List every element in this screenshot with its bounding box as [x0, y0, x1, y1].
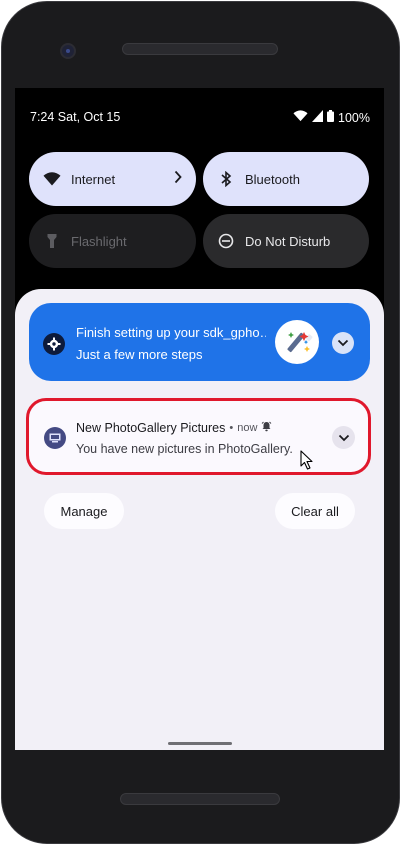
- magic-wand-icon: [275, 320, 319, 364]
- tile-do-not-disturb[interactable]: Do Not Disturb: [203, 214, 369, 268]
- clear-all-button[interactable]: Clear all: [275, 493, 355, 529]
- flashlight-icon: [43, 232, 61, 250]
- top-speaker: [122, 43, 278, 55]
- tile-label: Do Not Disturb: [245, 233, 331, 249]
- gear-icon: [43, 333, 65, 355]
- expand-button[interactable]: [332, 332, 354, 354]
- photogallery-notification[interactable]: New PhotoGallery Pictures • now You have…: [29, 401, 369, 474]
- photo-app-icon: [44, 427, 66, 449]
- battery-percent: 100%: [338, 110, 370, 125]
- tile-bluetooth[interactable]: Bluetooth: [203, 152, 369, 206]
- mouse-pointer-icon: [300, 450, 314, 475]
- signal-icon: [312, 110, 324, 125]
- notification-text: Just a few more steps: [76, 347, 203, 362]
- notification-header: New PhotoGallery Pictures • now: [76, 421, 272, 435]
- setup-notification[interactable]: Finish setting up your sdk_gpho… Just a …: [29, 303, 370, 381]
- wifi-icon: [43, 170, 61, 188]
- wifi-status-icon: [293, 110, 308, 125]
- status-time-date: 7:24 Sat, Oct 15: [30, 110, 121, 124]
- alert-bell-icon: [261, 421, 272, 435]
- manage-button[interactable]: Manage: [44, 493, 124, 529]
- chevron-right-icon: [174, 170, 182, 187]
- do-not-disturb-icon: [217, 232, 235, 250]
- tile-label: Flashlight: [71, 233, 127, 249]
- battery-icon: [327, 110, 335, 125]
- notification-title: New PhotoGallery Pictures: [76, 421, 226, 435]
- tile-label: Internet: [71, 171, 116, 187]
- bluetooth-icon: [217, 170, 235, 188]
- bottom-speaker: [120, 793, 280, 805]
- expand-button[interactable]: [332, 426, 355, 449]
- status-icons: 100%: [293, 110, 370, 125]
- notification-title: Finish setting up your sdk_gpho…: [76, 325, 266, 340]
- notification-text: You have new pictures in PhotoGallery.: [76, 442, 293, 456]
- tile-label: Bluetooth: [245, 171, 300, 187]
- notification-time: now: [237, 422, 258, 434]
- status-bar: 7:24 Sat, Oct 15 100%: [30, 108, 370, 128]
- title-separator: •: [229, 422, 234, 434]
- shade-drag-handle[interactable]: [168, 742, 232, 745]
- front-camera: [60, 43, 76, 59]
- device: 7:24 Sat, Oct 15 100% Internet Bluetooth…: [0, 0, 401, 845]
- tile-internet[interactable]: Internet: [29, 152, 196, 206]
- tile-flashlight[interactable]: Flashlight: [29, 214, 196, 268]
